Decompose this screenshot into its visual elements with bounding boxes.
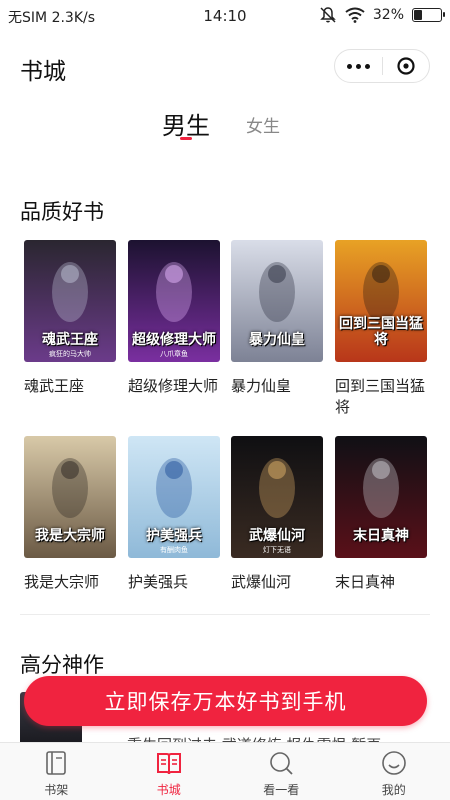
book-cover[interactable]: 末日真神 [335, 436, 427, 558]
active-tab-indicator [180, 137, 192, 140]
book-title[interactable]: 暴力仙皇 [231, 376, 323, 397]
title-bar: 书城 [0, 40, 450, 92]
book-cover-title: 末日真神 [353, 528, 409, 544]
book-cover[interactable]: 护美强兵 有酬肉鱼 [128, 436, 220, 558]
book-item[interactable]: 末日真神 末日真神 [335, 436, 427, 593]
book-title[interactable]: 末日真神 [335, 572, 427, 593]
book-cover[interactable]: 暴力仙皇 [231, 240, 323, 362]
close-button[interactable] [382, 49, 429, 83]
tab-bookshelf[interactable]: 书架 [0, 743, 113, 800]
mute-bell-icon [320, 7, 336, 23]
more-dots-icon [345, 63, 372, 69]
tab-label-bookstore: 书城 [156, 783, 181, 797]
tab-browse[interactable]: 看一看 [225, 743, 338, 800]
book-cover-title: 魂武王座 [42, 332, 98, 348]
book-item[interactable]: 护美强兵 有酬肉鱼 护美强兵 [128, 436, 220, 593]
book-item[interactable]: 我是大宗师 我是大宗师 [24, 436, 116, 593]
section-divider [20, 614, 430, 615]
status-right: 32% [319, 6, 445, 24]
book-cover-title: 超级修理大师 [132, 332, 216, 348]
section-title-quality: 品质好书 [20, 200, 104, 224]
book-cover-title: 我是大宗师 [35, 528, 105, 544]
bottom-tab-bar: 书架 书城 看一看 我的 [0, 742, 450, 800]
book-cover[interactable]: 武爆仙河 灯下无语 [231, 436, 323, 558]
battery-fill [414, 10, 422, 20]
book-cover-title: 回到三国当猛将 [339, 316, 423, 348]
battery-percent: 32% [372, 7, 404, 23]
book-cover-title: 暴力仙皇 [249, 332, 305, 348]
book-item[interactable]: 魂武王座 疯狂的马大帅 魂武王座 [24, 240, 116, 397]
book-cover[interactable]: 超级修理大师八爪章鱼 [128, 240, 220, 362]
book-item[interactable]: 回到三国当猛将 回到三国当猛将 [335, 240, 427, 418]
book-title[interactable]: 魂武王座 [24, 376, 116, 397]
close-circle-icon [397, 57, 415, 75]
book-cover-author: 八爪章鱼 [160, 350, 188, 358]
wifi-icon [345, 7, 365, 23]
book-title[interactable]: 回到三国当猛将 [335, 376, 427, 418]
book-cover-title: 护美强兵 [146, 528, 202, 544]
tab-male[interactable]: 男生 [162, 106, 210, 141]
book-cover-author: 有酬肉鱼 [160, 546, 188, 554]
book-cover[interactable]: 我是大宗师 [24, 436, 116, 558]
tab-bookstore[interactable]: 书城 [113, 743, 226, 800]
book-cover-title: 武爆仙河 [249, 528, 305, 544]
tab-profile[interactable]: 我的 [338, 743, 450, 800]
book-cover[interactable]: 魂武王座疯狂的马大帅 [24, 240, 116, 362]
tab-label-browse: 看一看 [263, 783, 300, 797]
tab-female[interactable]: 女生 [246, 112, 280, 137]
profile-icon [381, 751, 406, 775]
book-item[interactable]: 暴力仙皇 暴力仙皇 [231, 240, 323, 397]
tab-label-bookshelf: 书架 [44, 783, 69, 797]
book-store-icon [156, 753, 181, 775]
book-title[interactable]: 我是大宗师 [24, 572, 116, 593]
tab-label-profile: 我的 [381, 783, 406, 797]
book-title[interactable]: 超级修理大师 [128, 376, 220, 397]
more-button[interactable] [335, 49, 382, 83]
book-cover[interactable]: 回到三国当猛将 [335, 240, 427, 362]
mini-program-capsule [334, 49, 430, 83]
page-title: 书城 [20, 59, 66, 85]
battery-icon [412, 8, 445, 22]
status-bar: 无SIM 2.3K/s 14:10 32% [0, 0, 450, 32]
save-to-phone-button[interactable]: 立即保存万本好书到手机 [24, 676, 427, 726]
bookshelf-icon [46, 751, 67, 775]
book-cover-author: 疯狂的马大帅 [49, 350, 91, 358]
book-item[interactable]: 超级修理大师 八爪章鱼 超级修理大师 [128, 240, 220, 397]
search-browse-icon [270, 752, 293, 775]
book-title[interactable]: 护美强兵 [128, 572, 220, 593]
book-cover-author: 灯下无语 [263, 546, 291, 554]
book-title[interactable]: 武爆仙河 [231, 572, 323, 593]
book-item[interactable]: 武爆仙河 灯下无语 武爆仙河 [231, 436, 323, 593]
section-title-top-rated: 高分神作 [20, 653, 104, 677]
